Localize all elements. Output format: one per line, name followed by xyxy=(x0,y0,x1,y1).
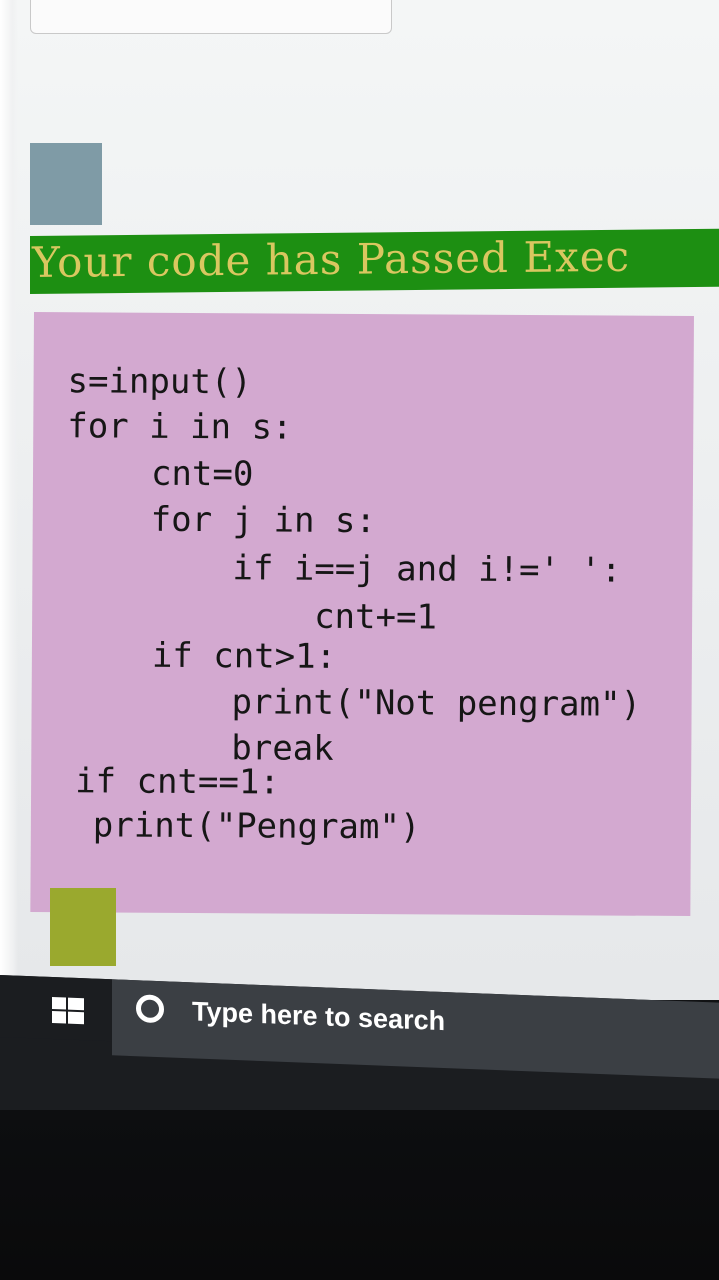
gray-status-square xyxy=(30,143,102,225)
code-line: s=input() xyxy=(67,361,252,403)
desk-background xyxy=(0,1110,719,1280)
monitor-screen: Your code has Passed Exec s=input() for … xyxy=(0,0,719,1000)
code-line: if cnt>1: xyxy=(151,635,337,677)
code-line: print("Not pengram") xyxy=(231,682,642,725)
result-message: Your code has Passed Exec xyxy=(32,231,631,287)
windows-logo-icon[interactable] xyxy=(52,996,84,1026)
code-panel: s=input() for i in s: cnt=0 for j in s: … xyxy=(30,312,694,917)
start-button[interactable] xyxy=(0,975,112,1042)
code-line: if cnt==1: xyxy=(75,761,280,803)
code-line: if i==j and i!=' ': xyxy=(232,548,622,591)
output-textbox[interactable] xyxy=(30,0,392,34)
search-placeholder[interactable]: Type here to search xyxy=(192,996,445,1037)
code-line: break xyxy=(231,728,334,769)
code-line: for j in s: xyxy=(150,499,377,542)
code-line: print("Pengram") xyxy=(92,805,421,848)
code-line: cnt=0 xyxy=(150,453,254,495)
code-line: for i in s: xyxy=(67,406,293,448)
code-line: cnt+=1 xyxy=(314,596,438,638)
olive-status-square xyxy=(50,888,116,966)
result-banner: Your code has Passed Exec xyxy=(30,228,719,294)
cortana-ring-icon[interactable] xyxy=(136,994,164,1024)
